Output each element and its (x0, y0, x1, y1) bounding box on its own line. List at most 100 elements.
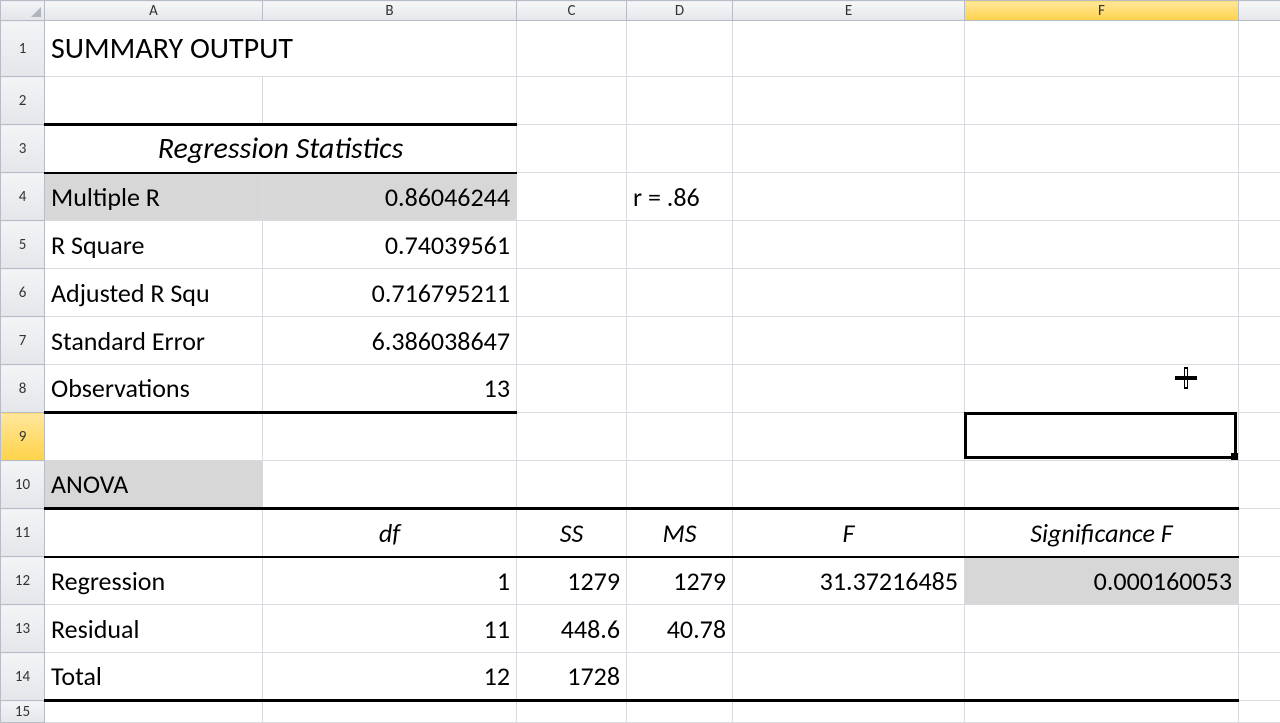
cell-D9[interactable] (627, 413, 733, 461)
cell-G7[interactable] (1239, 317, 1280, 365)
cell-F15[interactable] (965, 701, 1239, 723)
select-all-corner[interactable] (1, 1, 45, 21)
cell-G14[interactable] (1239, 653, 1280, 701)
cell-A15[interactable] (45, 701, 263, 723)
cell-E8[interactable] (733, 365, 965, 413)
cell-C4[interactable] (517, 173, 627, 221)
cell-E4[interactable] (733, 173, 965, 221)
cell-D6[interactable] (627, 269, 733, 317)
cell-D13[interactable]: 40.78 (627, 605, 733, 653)
cell-G15[interactable] (1239, 701, 1280, 723)
row-header-13[interactable]: 13 (1, 605, 45, 653)
cell-C2[interactable] (517, 77, 627, 125)
cell-F9[interactable] (965, 413, 1239, 461)
cell-D5[interactable] (627, 221, 733, 269)
cell-D8[interactable] (627, 365, 733, 413)
cell-D7[interactable] (627, 317, 733, 365)
row-header-11[interactable]: 11 (1, 509, 45, 557)
cell-F2[interactable] (965, 77, 1239, 125)
cell-C14[interactable]: 1728 (517, 653, 627, 701)
cell-E1[interactable] (733, 21, 965, 77)
cell-A1[interactable]: SUMMARY OUTPUT (45, 21, 517, 77)
cell-E15[interactable] (733, 701, 965, 723)
row-header-10[interactable]: 10 (1, 461, 45, 509)
row-header-9[interactable]: 9 (1, 413, 45, 461)
cell-F14[interactable] (965, 653, 1239, 701)
cell-G5[interactable] (1239, 221, 1280, 269)
cell-A2[interactable] (45, 77, 263, 125)
cell-G11[interactable] (1239, 509, 1280, 557)
row-header-2[interactable]: 2 (1, 77, 45, 125)
cell-G9[interactable] (1239, 413, 1280, 461)
row-header-15[interactable]: 15 (1, 701, 45, 723)
cell-F4[interactable] (965, 173, 1239, 221)
cell-C11[interactable]: SS (517, 509, 627, 557)
cell-C1[interactable] (517, 21, 627, 77)
cell-E2[interactable] (733, 77, 965, 125)
cell-A13[interactable]: Residual (45, 605, 263, 653)
col-header-G[interactable] (1239, 1, 1280, 21)
col-header-C[interactable]: C (517, 1, 627, 21)
cell-D15[interactable] (627, 701, 733, 723)
cell-D12[interactable]: 1279 (627, 557, 733, 605)
col-header-B[interactable]: B (263, 1, 517, 21)
col-header-A[interactable]: A (45, 1, 263, 21)
cell-G6[interactable] (1239, 269, 1280, 317)
cell-F6[interactable] (965, 269, 1239, 317)
cell-F13[interactable] (965, 605, 1239, 653)
cell-G4[interactable] (1239, 173, 1280, 221)
cell-E3[interactable] (733, 125, 965, 173)
cell-B7[interactable]: 6.386038647 (263, 317, 517, 365)
cell-E10[interactable] (733, 461, 965, 509)
cell-E5[interactable] (733, 221, 965, 269)
cell-A4[interactable]: Multiple R (45, 173, 263, 221)
cell-F7[interactable] (965, 317, 1239, 365)
cell-B14[interactable]: 12 (263, 653, 517, 701)
cell-D10[interactable] (627, 461, 733, 509)
cell-C15[interactable] (517, 701, 627, 723)
cell-B13[interactable]: 11 (263, 605, 517, 653)
row-header-12[interactable]: 12 (1, 557, 45, 605)
cell-D14[interactable] (627, 653, 733, 701)
cell-E12[interactable]: 31.37216485 (733, 557, 965, 605)
cell-A9[interactable] (45, 413, 263, 461)
cell-E9[interactable] (733, 413, 965, 461)
cell-E6[interactable] (733, 269, 965, 317)
cell-F1[interactable] (965, 21, 1239, 77)
row-header-14[interactable]: 14 (1, 653, 45, 701)
cell-E14[interactable] (733, 653, 965, 701)
cell-E7[interactable] (733, 317, 965, 365)
cell-A6[interactable]: Adjusted R Squ (45, 269, 263, 317)
row-header-4[interactable]: 4 (1, 173, 45, 221)
cell-B9[interactable] (263, 413, 517, 461)
cell-F11[interactable]: Significance F (965, 509, 1239, 557)
cell-B10[interactable] (263, 461, 517, 509)
row-header-8[interactable]: 8 (1, 365, 45, 413)
cell-F3[interactable] (965, 125, 1239, 173)
row-header-5[interactable]: 5 (1, 221, 45, 269)
cell-D1[interactable] (627, 21, 733, 77)
cell-B6[interactable]: 0.716795211 (263, 269, 517, 317)
row-header-7[interactable]: 7 (1, 317, 45, 365)
cell-G10[interactable] (1239, 461, 1280, 509)
row-header-6[interactable]: 6 (1, 269, 45, 317)
cell-G8[interactable] (1239, 365, 1280, 413)
cell-C6[interactable] (517, 269, 627, 317)
cell-F12[interactable]: 0.000160053 (965, 557, 1239, 605)
cell-E11[interactable]: F (733, 509, 965, 557)
cell-A3[interactable]: Regression Statistics (45, 125, 517, 173)
cell-B8[interactable]: 13 (263, 365, 517, 413)
cell-D11[interactable]: MS (627, 509, 733, 557)
cell-C5[interactable] (517, 221, 627, 269)
cell-G12[interactable] (1239, 557, 1280, 605)
cell-D2[interactable] (627, 77, 733, 125)
cell-C9[interactable] (517, 413, 627, 461)
spreadsheet-viewport[interactable]: A B C D E F 1 SUMMARY OUTPUT 2 3 Regress… (0, 0, 1280, 720)
cell-B2[interactable] (263, 77, 517, 125)
cell-C8[interactable] (517, 365, 627, 413)
grid-table[interactable]: A B C D E F 1 SUMMARY OUTPUT 2 3 Regress… (0, 0, 1280, 723)
cell-A7[interactable]: Standard Error (45, 317, 263, 365)
cell-B15[interactable] (263, 701, 517, 723)
cell-B4[interactable]: 0.86046244 (263, 173, 517, 221)
cell-F8[interactable] (965, 365, 1239, 413)
